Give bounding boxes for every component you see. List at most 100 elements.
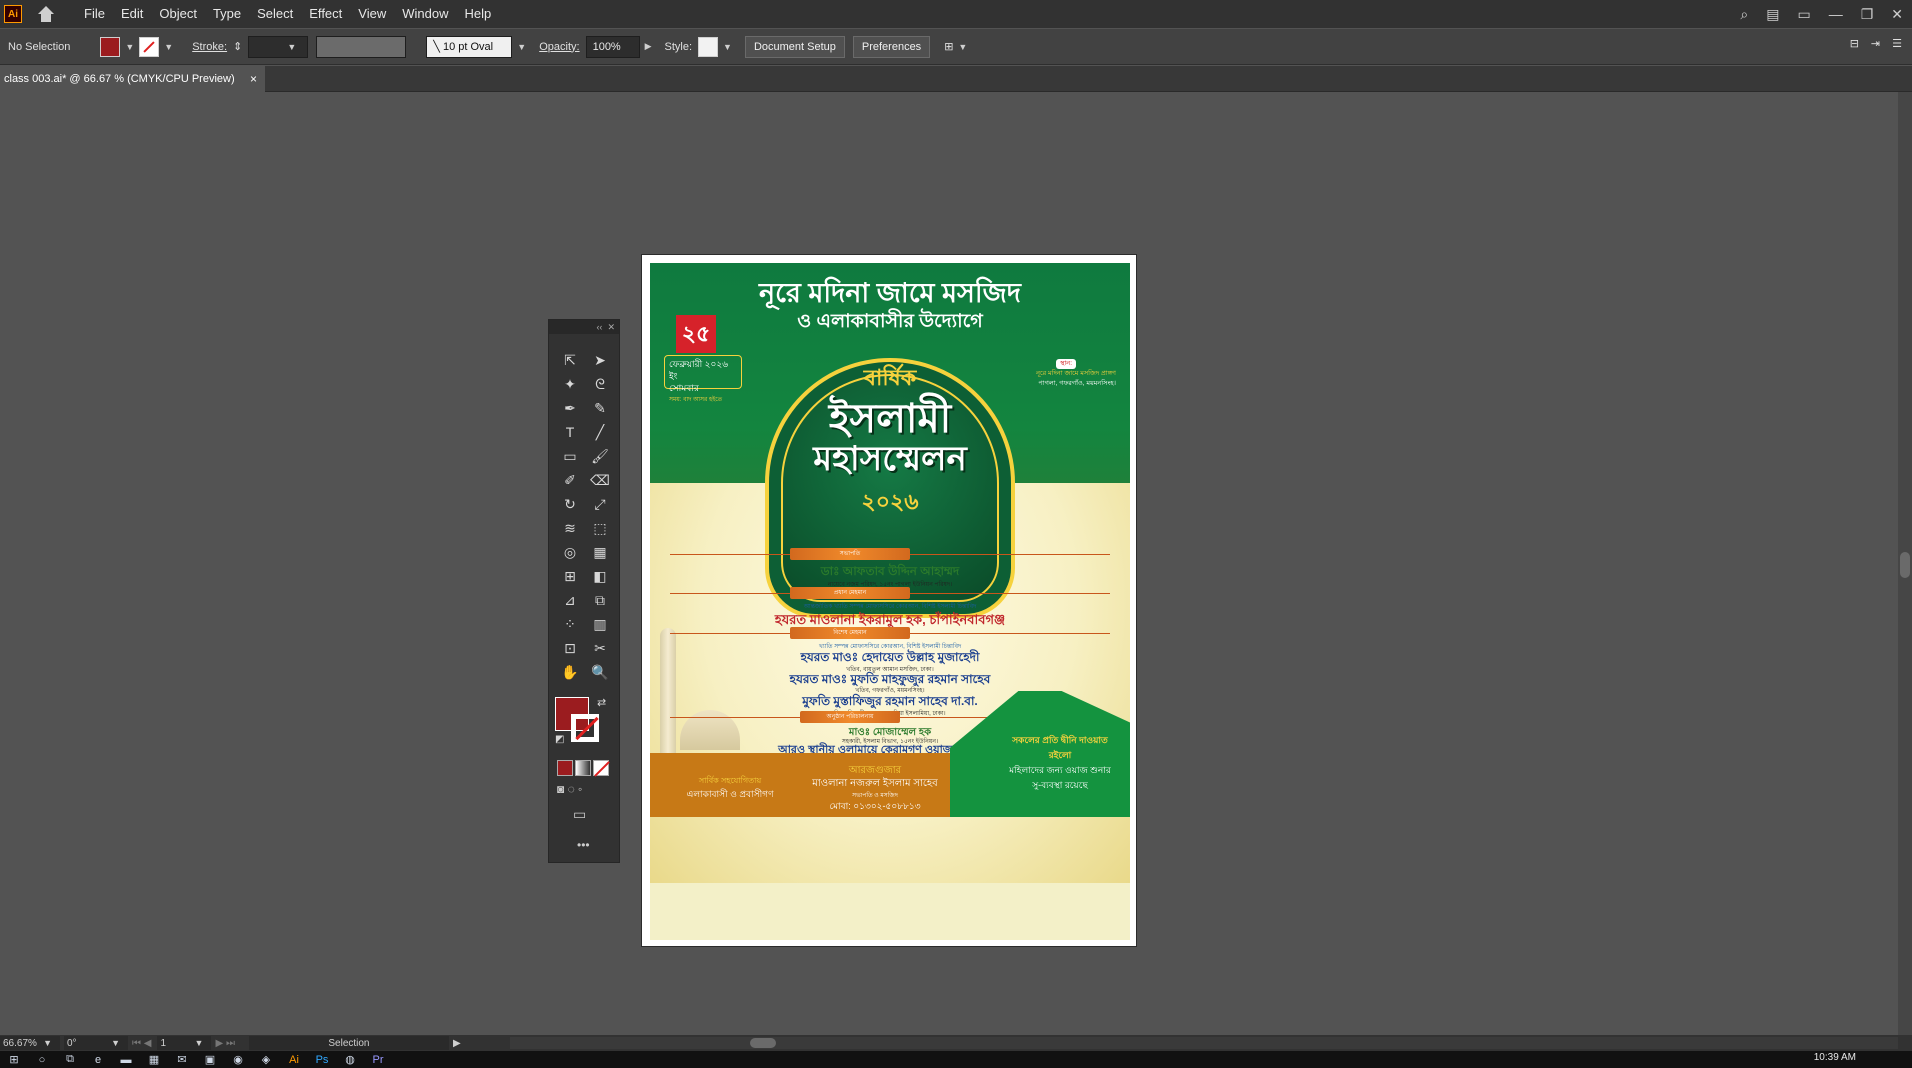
chevron-down-icon[interactable]: ▼ — [164, 42, 173, 52]
chevron-down-icon[interactable]: ▼ — [958, 42, 967, 52]
chevron-down-icon[interactable]: ▼ — [125, 42, 134, 52]
search-icon[interactable]: ○ — [28, 1054, 56, 1066]
stroke-color-box[interactable] — [571, 714, 599, 742]
width-tool-icon[interactable]: ≋ — [555, 516, 585, 540]
symbol-sprayer-tool-icon[interactable]: ⁘ — [555, 612, 585, 636]
collapse-icon[interactable]: ‹‹ — [596, 322, 602, 332]
panel-menu-icon[interactable]: ☰ — [1892, 37, 1902, 50]
menu-file[interactable]: File — [76, 0, 113, 28]
tools-panel-header[interactable]: ‹‹ ✕ — [549, 320, 619, 334]
opacity-label[interactable]: Opacity: — [539, 41, 579, 53]
edge-icon[interactable]: e — [84, 1054, 112, 1066]
perspective-grid-tool-icon[interactable]: ▦ — [585, 540, 615, 564]
arrange-icon[interactable]: ▭ — [1797, 6, 1810, 23]
calculator-icon[interactable]: ▦ — [140, 1053, 168, 1066]
direct-selection-tool-icon[interactable]: ➤ — [585, 348, 615, 372]
stroke-swatch[interactable] — [139, 36, 160, 57]
default-colors-icon[interactable]: ◩ — [555, 734, 564, 745]
paintbrush-tool-icon[interactable]: 🖌 — [585, 444, 615, 468]
chevron-right-icon[interactable]: ▶ — [453, 1038, 461, 1049]
more-tools-icon[interactable]: ••• — [577, 838, 590, 852]
close-icon[interactable]: × — [250, 72, 257, 86]
tools-panel[interactable]: ‹‹ ✕ ⇱ ➤ ✦ ᘓ ✒ ✎ T ╱ ▭ 🖌 ✐ ⌫ ↻ ⤢ ≋ ⬚ ◎ ▦… — [548, 319, 620, 863]
curvature-tool-icon[interactable]: ✎ — [585, 396, 615, 420]
premiere-taskbar-icon[interactable]: Pr — [364, 1054, 392, 1066]
menu-select[interactable]: Select — [249, 0, 301, 28]
windows-start-icon[interactable]: ⊞ — [0, 1053, 28, 1066]
stroke-label[interactable]: Stroke: — [192, 41, 227, 53]
swap-colors-icon[interactable]: ⇄ — [597, 696, 606, 709]
shaper-tool-icon[interactable]: ✐ — [555, 468, 585, 492]
transform-icon[interactable]: ⇥ — [1871, 37, 1880, 50]
eraser-tool-icon[interactable]: ⌫ — [585, 468, 615, 492]
artboard[interactable]: নূরে মদিনা জামে মসজিদ ও এলাকাবাসীর উদ্যো… — [641, 254, 1137, 947]
color-mode-icon[interactable] — [557, 760, 573, 776]
menu-window[interactable]: Window — [394, 0, 456, 28]
type-tool-icon[interactable]: T — [555, 420, 585, 444]
screen-mode-icon[interactable]: ▭ — [573, 806, 586, 823]
pen-tool-icon[interactable]: ✒ — [555, 396, 585, 420]
mail-icon[interactable]: ✉ — [168, 1053, 196, 1066]
line-tool-icon[interactable]: ╱ — [585, 420, 615, 444]
restore-button[interactable]: ❐ — [1861, 6, 1874, 23]
none-mode-icon[interactable] — [593, 760, 610, 777]
workspace-icon[interactable]: ▤ — [1766, 6, 1779, 23]
menu-effect[interactable]: Effect — [301, 0, 350, 28]
preferences-button[interactable]: Preferences — [852, 35, 931, 58]
menu-help[interactable]: Help — [456, 0, 499, 28]
gradient-mode-icon[interactable] — [575, 760, 591, 776]
eyedropper-tool-icon[interactable]: ⊿ — [555, 588, 585, 612]
search-icon[interactable]: ⌕ — [1740, 6, 1748, 23]
magic-wand-tool-icon[interactable]: ✦ — [555, 372, 585, 396]
artboard-tool-icon[interactable]: ⊡ — [555, 636, 585, 660]
rotate-tool-icon[interactable]: ↻ — [555, 492, 585, 516]
lasso-tool-icon[interactable]: ᘓ — [585, 372, 615, 396]
document-setup-button[interactable]: Document Setup — [744, 35, 845, 58]
chevron-right-icon[interactable]: ▶ — [645, 41, 652, 52]
horizontal-scrollbar[interactable] — [510, 1037, 1898, 1049]
first-artboard-icon[interactable]: ⏮ ◀ — [132, 1038, 151, 1049]
app-icon[interactable]: ◈ — [252, 1053, 280, 1066]
menu-edit[interactable]: Edit — [113, 0, 151, 28]
fill-swatch[interactable] — [100, 36, 121, 57]
store-icon[interactable]: ▣ — [196, 1053, 224, 1066]
scroll-thumb[interactable] — [1900, 552, 1910, 578]
last-artboard-icon[interactable]: ▶ ⏭ — [215, 1038, 234, 1049]
chevron-down-icon[interactable]: ▼ — [517, 42, 526, 52]
illustrator-taskbar-icon[interactable]: Ai — [280, 1054, 308, 1066]
chevron-down-icon[interactable]: ▼ — [723, 42, 732, 52]
blend-tool-icon[interactable]: ⧉ — [585, 588, 615, 612]
graph-tool-icon[interactable]: ▥ — [585, 612, 615, 636]
hand-tool-icon[interactable]: ✋ — [555, 660, 585, 684]
menu-view[interactable]: View — [350, 0, 394, 28]
close-icon[interactable]: ✕ — [607, 322, 615, 333]
minimize-button[interactable]: — — [1829, 6, 1843, 22]
vertical-scrollbar[interactable] — [1898, 92, 1912, 1035]
scale-tool-icon[interactable]: ⤢ — [585, 492, 615, 516]
mesh-tool-icon[interactable]: ⊞ — [555, 564, 585, 588]
slice-tool-icon[interactable]: ✂ — [585, 636, 615, 660]
menu-type[interactable]: Type — [205, 0, 249, 28]
stroke-weight-field[interactable]: ▼ — [248, 35, 309, 58]
file-explorer-icon[interactable]: ▬ — [112, 1054, 140, 1066]
chrome-icon[interactable]: ◉ — [224, 1053, 252, 1066]
style-swatch[interactable] — [698, 36, 719, 57]
poster-artwork[interactable]: নূরে মদিনা জামে মসজিদ ও এলাকাবাসীর উদ্যো… — [650, 263, 1130, 940]
artboard-number-field[interactable]: 1 ▼ — [157, 1036, 212, 1050]
scroll-thumb[interactable] — [750, 1038, 776, 1048]
arrange-documents-icon[interactable]: ⊞ — [944, 40, 953, 53]
menu-object[interactable]: Object — [151, 0, 205, 28]
photoshop-taskbar-icon[interactable]: Ps — [308, 1054, 336, 1066]
rotation-field[interactable]: 0° ▼ — [64, 1036, 128, 1050]
selection-tool-icon[interactable]: ⇱ — [555, 348, 585, 372]
close-button[interactable]: ✕ — [1891, 6, 1903, 23]
clock[interactable]: 10:39 AM — [1814, 1052, 1856, 1063]
zoom-tool-icon[interactable]: 🔍 — [585, 660, 615, 684]
variable-width-field[interactable] — [316, 35, 407, 58]
zoom-field[interactable]: 66.67% ▼ — [0, 1036, 60, 1050]
stepper-icon[interactable]: ⇕ — [233, 40, 242, 53]
free-transform-tool-icon[interactable]: ⬚ — [585, 516, 615, 540]
status-mode[interactable]: Selection — [248, 1036, 449, 1050]
document-tab[interactable]: class 003.ai* @ 66.67 % (CMYK/CPU Previe… — [0, 66, 265, 92]
rectangle-tool-icon[interactable]: ▭ — [555, 444, 585, 468]
